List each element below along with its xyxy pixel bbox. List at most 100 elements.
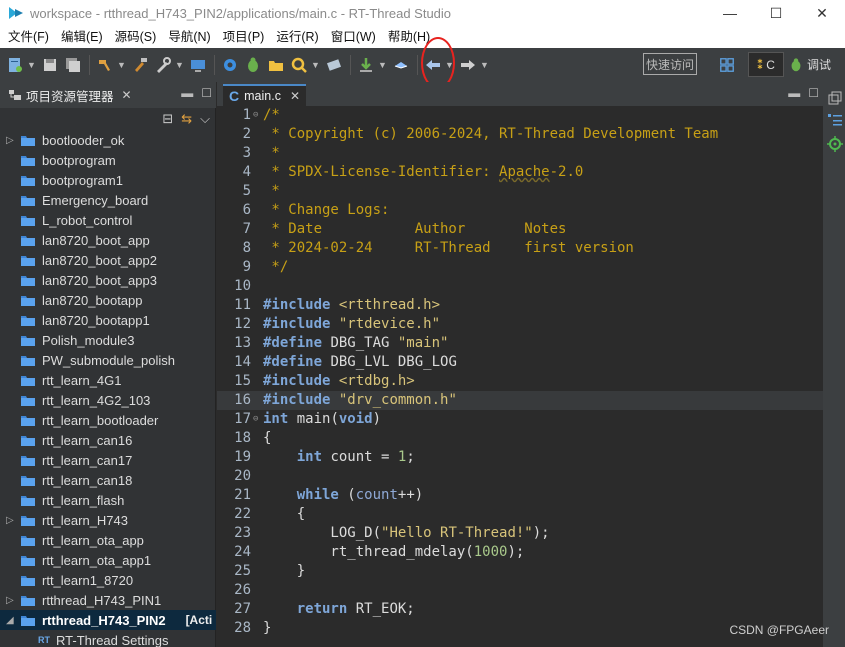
- close-icon[interactable]: ✕: [290, 89, 300, 103]
- tools-dropdown-icon[interactable]: ▼: [175, 54, 184, 76]
- close-button[interactable]: ✕: [799, 0, 845, 26]
- menu-edit[interactable]: 编辑(E): [55, 26, 109, 48]
- tree-item[interactable]: lan8720_boot_app2: [0, 250, 216, 270]
- menu-navigate[interactable]: 导航(N): [162, 26, 216, 48]
- tree-item[interactable]: rtt_learn_flash: [0, 490, 216, 510]
- minimize-view-icon[interactable]: ▬: [181, 86, 193, 100]
- code-text: *: [263, 183, 280, 199]
- line-number: 12: [234, 316, 251, 332]
- tree-item-label: rtt_learn_ota_app1: [42, 552, 152, 568]
- menu-source[interactable]: 源码(S): [109, 26, 163, 48]
- expand-arrow-icon[interactable]: ▷: [6, 595, 20, 606]
- tree-item[interactable]: lan8720_bootapp1: [0, 310, 216, 330]
- sdk-manager-icon[interactable]: [187, 54, 209, 76]
- fold-marker-icon[interactable]: ⊖: [253, 106, 261, 125]
- code-area[interactable]: 1 ⊖/* 2 * Copyright (c) 2006-2024, RT-Thr…: [217, 106, 823, 638]
- terminal-icon[interactable]: [390, 54, 412, 76]
- collapse-all-icon[interactable]: ⊟: [162, 111, 173, 127]
- build-dropdown-icon[interactable]: ▼: [117, 54, 126, 76]
- outline-icon[interactable]: [827, 112, 843, 128]
- right-side-toolbar: [823, 82, 845, 647]
- maximize-button[interactable]: ☐: [753, 0, 799, 26]
- download-icon[interactable]: [355, 54, 377, 76]
- code-text: #include <rtthread.h>: [263, 297, 441, 313]
- search-icon[interactable]: [288, 54, 310, 76]
- tree-item[interactable]: lan8720_bootapp: [0, 290, 216, 310]
- clean-icon[interactable]: [129, 54, 151, 76]
- debug-perspective-bug-icon: [791, 57, 801, 71]
- menu-file[interactable]: 文件(F): [2, 26, 55, 48]
- fold-marker-icon[interactable]: ⊖: [253, 410, 261, 429]
- tree-item[interactable]: Polish_module3: [0, 330, 216, 350]
- tree-item[interactable]: L_robot_control: [0, 210, 216, 230]
- tree-item[interactable]: rtt_learn_4G2_103: [0, 390, 216, 410]
- tools-icon[interactable]: [152, 54, 174, 76]
- tree-item[interactable]: rtt_learn_can18: [0, 470, 216, 490]
- tree-item[interactable]: rtt_learn1_8720: [0, 570, 216, 590]
- quick-access-input[interactable]: 快速访问: [643, 53, 697, 75]
- debug-bug-icon[interactable]: [242, 54, 264, 76]
- tree-item[interactable]: bootprogram: [0, 150, 216, 170]
- tree-item[interactable]: rtt_learn_4G1: [0, 370, 216, 390]
- tree-item-active[interactable]: ◢ rtthread_H743_PIN2 [Acti: [0, 610, 216, 630]
- tree-item[interactable]: ▷ rtthread_H743_PIN1: [0, 590, 216, 610]
- open-folder-icon[interactable]: [265, 54, 287, 76]
- restore-view-icon[interactable]: [827, 90, 843, 106]
- chip-download-icon[interactable]: [323, 54, 345, 76]
- minimize-view-icon[interactable]: ▬: [788, 86, 800, 100]
- tree-item[interactable]: rtt_learn_ota_app1: [0, 550, 216, 570]
- project-tree: ▷ bootlooder_ok bootprogram bootprogram1 Eme…: [0, 130, 216, 647]
- maximize-view-icon[interactable]: ☐: [201, 86, 212, 100]
- code-text: * 2024-02-24 RT-Thread first version: [263, 240, 634, 256]
- line-number: 28: [234, 620, 251, 636]
- toolbar-separator: [350, 55, 351, 75]
- close-icon[interactable]: ✕: [122, 88, 132, 102]
- tree-item[interactable]: lan8720_boot_app: [0, 230, 216, 250]
- tree-item[interactable]: Emergency_board: [0, 190, 216, 210]
- code-text: int main(void): [263, 411, 382, 427]
- debug-perspective-button[interactable]: 调试: [788, 52, 831, 77]
- line-number: 22: [234, 506, 251, 522]
- tree-item[interactable]: rtt_learn_bootloader: [0, 410, 216, 430]
- save-icon[interactable]: [39, 54, 61, 76]
- minimize-button[interactable]: —: [707, 0, 753, 26]
- forward-dropdown-icon[interactable]: ▼: [480, 54, 489, 76]
- expand-arrow-icon[interactable]: ▷: [6, 515, 20, 526]
- maximize-view-icon[interactable]: ☐: [808, 86, 819, 100]
- link-with-editor-icon[interactable]: ⇆: [181, 111, 192, 127]
- editor-view-controls: ▬ ☐: [788, 86, 819, 100]
- download-dropdown-icon[interactable]: ▼: [378, 54, 387, 76]
- search-dropdown-icon[interactable]: ▼: [311, 54, 320, 76]
- folder-icon: [20, 493, 42, 507]
- tree-item-child[interactable]: RT RT-Thread Settings: [0, 630, 216, 647]
- menu-run[interactable]: 运行(R): [270, 26, 324, 48]
- build-icon[interactable]: [94, 54, 116, 76]
- save-all-icon[interactable]: [62, 54, 84, 76]
- tree-item[interactable]: bootprogram1: [0, 170, 216, 190]
- expand-arrow-icon[interactable]: ◢: [6, 615, 20, 626]
- code-line: 15 #include <rtdbg.h>: [217, 372, 823, 391]
- new-dropdown-icon[interactable]: ▼: [27, 54, 36, 76]
- tree-item[interactable]: ▷ bootlooder_ok: [0, 130, 216, 150]
- code-text: * Copyright (c) 2006-2024, RT-Thread Dev…: [263, 126, 719, 142]
- tree-item[interactable]: PW_submodule_polish: [0, 350, 216, 370]
- tree-item[interactable]: rtt_learn_can16: [0, 430, 216, 450]
- settings-gear-icon[interactable]: [219, 54, 241, 76]
- tree-item[interactable]: ▷ rtt_learn_H743: [0, 510, 216, 530]
- new-icon[interactable]: [4, 54, 26, 76]
- expand-arrow-icon[interactable]: ▷: [6, 135, 20, 146]
- c-perspective-button[interactable]: ⁑ C: [748, 52, 784, 77]
- open-perspective-icon[interactable]: [716, 54, 738, 76]
- line-number: 2: [242, 126, 251, 142]
- menu-project[interactable]: 项目(P): [217, 26, 271, 48]
- editor-tab-main-c[interactable]: C main.c ✕: [223, 84, 307, 106]
- forward-arrow-icon[interactable]: [457, 54, 479, 76]
- code-text: LOG_D("Hello RT-Thread!");: [263, 525, 550, 541]
- tree-item[interactable]: lan8720_boot_app3: [0, 270, 216, 290]
- view-menu-icon[interactable]: ⌵: [200, 111, 210, 127]
- target-icon[interactable]: [827, 136, 843, 152]
- tree-item[interactable]: rtt_learn_can17: [0, 450, 216, 470]
- menu-window[interactable]: 窗口(W): [325, 26, 382, 48]
- tree-item[interactable]: rtt_learn_ota_app: [0, 530, 216, 550]
- project-explorer-tab[interactable]: 项目资源管理器 ✕ ▬ ☐: [0, 82, 216, 108]
